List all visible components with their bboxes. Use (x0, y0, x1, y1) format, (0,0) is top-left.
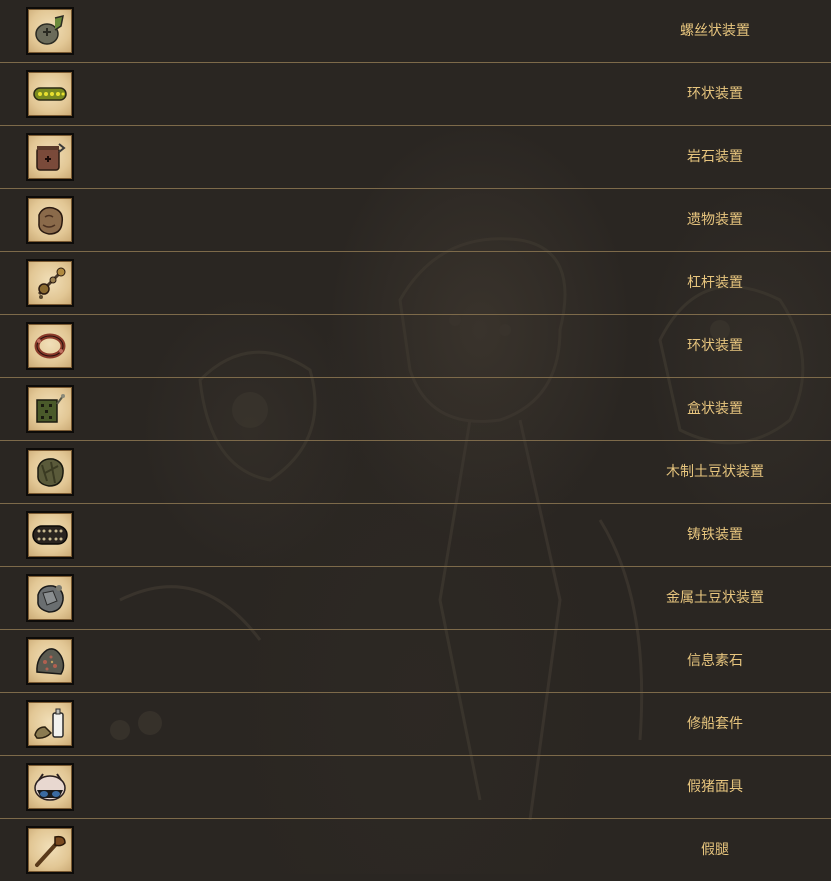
rock-gadget-icon (26, 133, 74, 181)
item-label: 假腿 (701, 842, 729, 858)
item-label: 遗物装置 (687, 212, 743, 228)
metal-potato-gadget-icon (26, 574, 74, 622)
list-item[interactable]: 信息素石 (0, 630, 831, 693)
list-item[interactable]: 假腿 (0, 819, 831, 881)
item-label: 假猪面具 (687, 779, 743, 795)
list-item[interactable]: 螺丝状装置 (0, 0, 831, 63)
list-item[interactable]: 岩石装置 (0, 126, 831, 189)
item-label: 螺丝状装置 (680, 23, 750, 39)
red-ring-gadget-icon (26, 322, 74, 370)
pheromone-stone-icon (26, 637, 74, 685)
spring-gadget-icon (26, 7, 74, 55)
item-label: 金属土豆状装置 (666, 590, 764, 606)
item-label: 修船套件 (687, 716, 743, 732)
list-item[interactable]: 修船套件 (0, 693, 831, 756)
boat-repair-kit-icon (26, 700, 74, 748)
green-ring-gadget-icon (26, 70, 74, 118)
lever-gadget-icon (26, 259, 74, 307)
wooden-potato-gadget-icon (26, 448, 74, 496)
list-item[interactable]: 遗物装置 (0, 189, 831, 252)
list-item[interactable]: 木制土豆状装置 (0, 441, 831, 504)
item-label: 木制土豆状装置 (666, 464, 764, 480)
box-gadget-icon (26, 385, 74, 433)
list-item[interactable]: 铸铁装置 (0, 504, 831, 567)
list-item[interactable]: 假猪面具 (0, 756, 831, 819)
list-item[interactable]: 环状装置 (0, 63, 831, 126)
peg-leg-icon (26, 826, 74, 874)
relic-gadget-icon (26, 196, 74, 244)
item-list: 螺丝状装置 环状装置 岩石装置 遗物装置 杠杆装置 环状装置 盒状装置 木制土豆… (0, 0, 831, 881)
list-item[interactable]: 金属土豆状装置 (0, 567, 831, 630)
list-item[interactable]: 杠杆装置 (0, 252, 831, 315)
list-item[interactable]: 环状装置 (0, 315, 831, 378)
pig-mask-icon (26, 763, 74, 811)
item-label: 杠杆装置 (687, 275, 743, 291)
list-item[interactable]: 盒状装置 (0, 378, 831, 441)
item-label: 环状装置 (687, 338, 743, 354)
iron-band-gadget-icon (26, 511, 74, 559)
item-label: 岩石装置 (687, 149, 743, 165)
item-label: 环状装置 (687, 86, 743, 102)
item-label: 铸铁装置 (687, 527, 743, 543)
item-label: 信息素石 (687, 653, 743, 669)
item-label: 盒状装置 (687, 401, 743, 417)
